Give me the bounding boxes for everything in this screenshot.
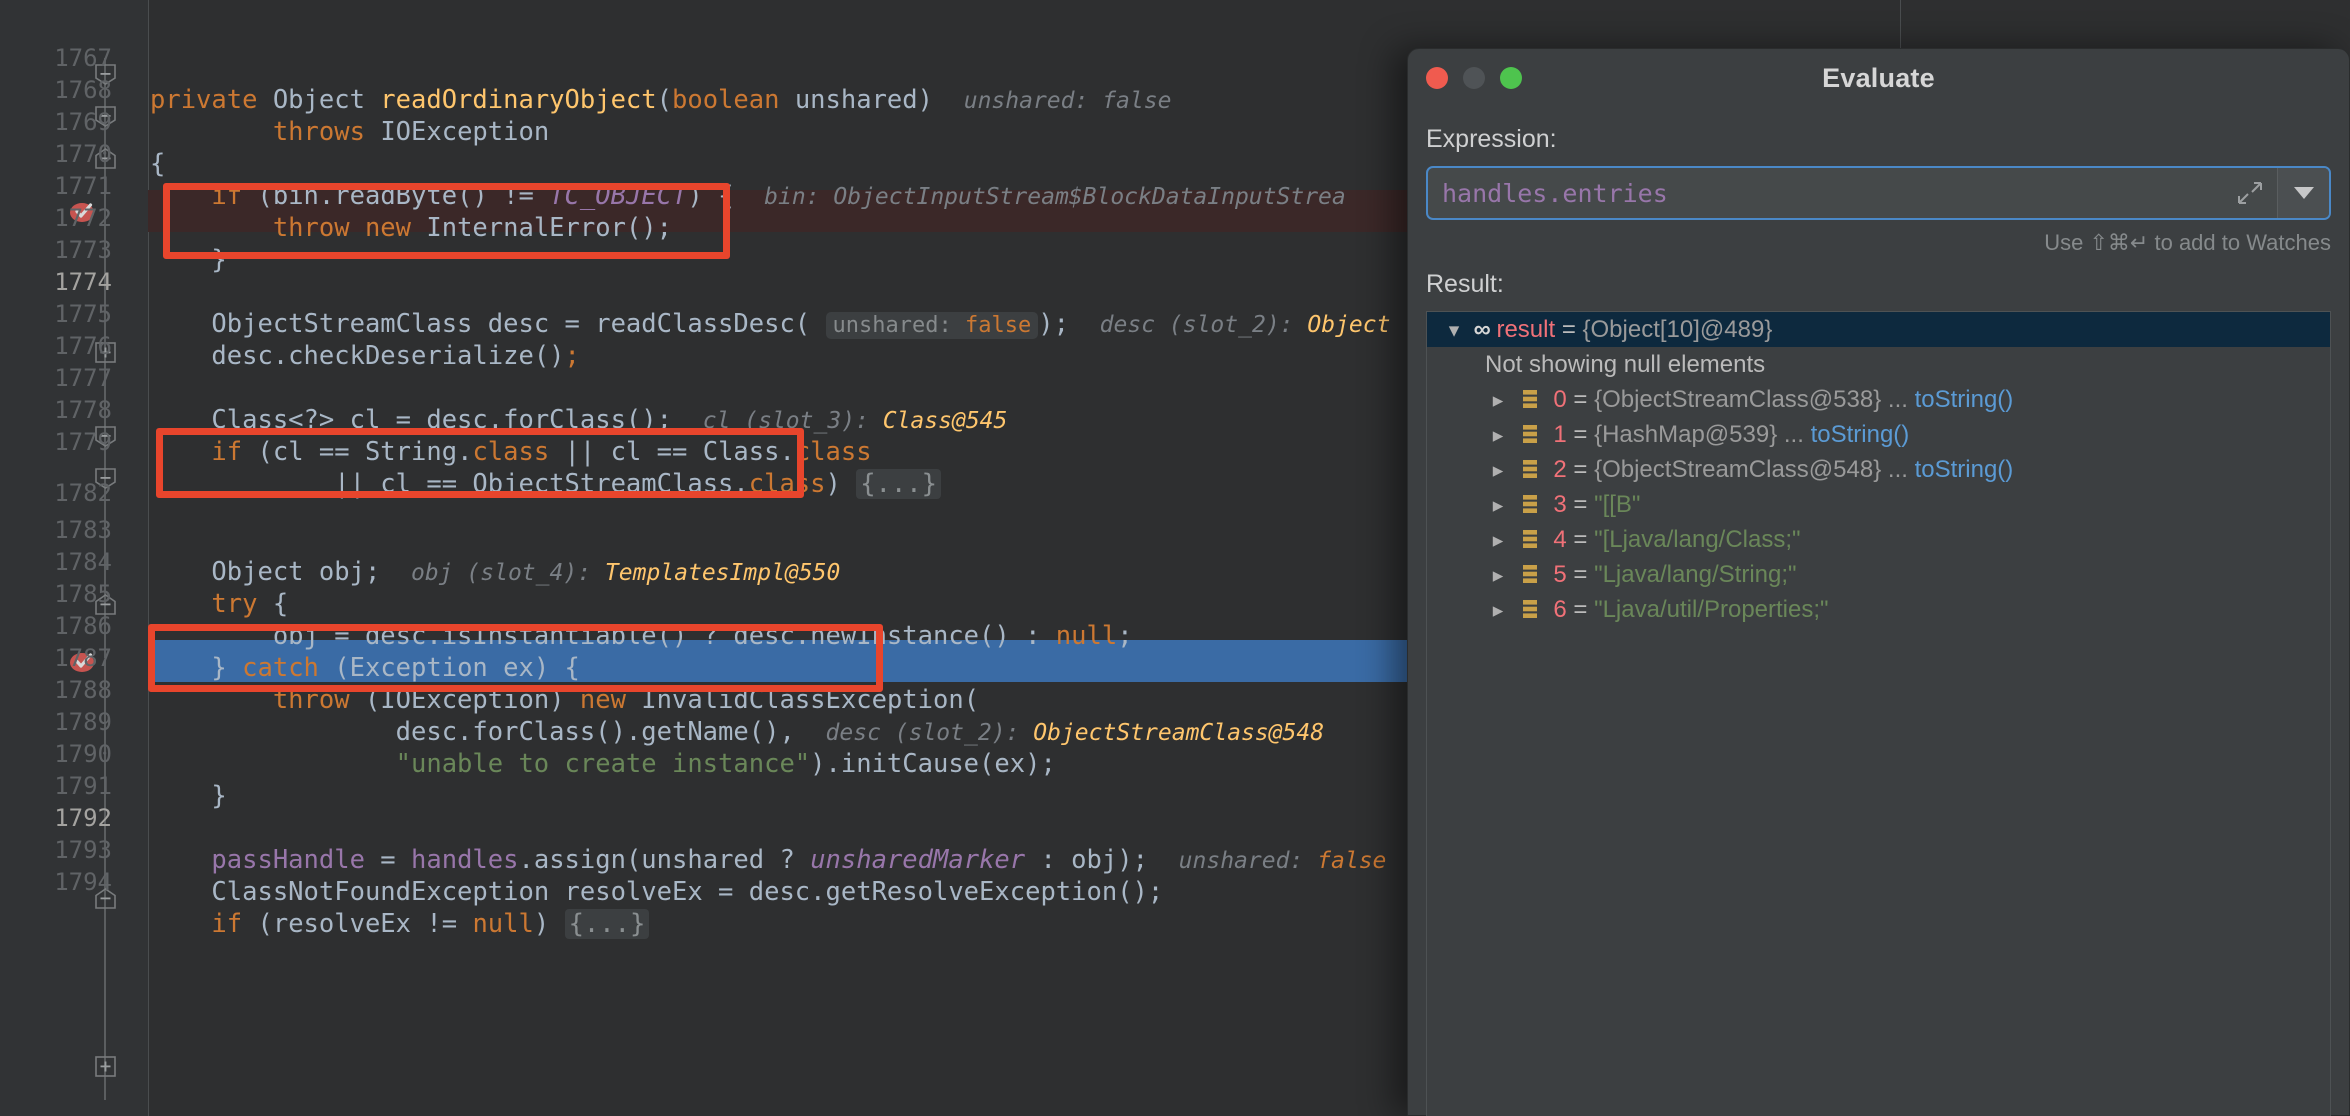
- item-ellipsis: ...: [1887, 386, 1908, 413]
- chevron-down-icon: [2293, 187, 2314, 199]
- result-tree[interactable]: ▾ ∞ result = {Object[10]@489} Not showin…: [1426, 311, 2331, 1116]
- watches-hint: Use ⇧⌘↵ to add to Watches: [2044, 230, 2331, 255]
- item-value: {ObjectStreamClass@548}: [1594, 456, 1882, 483]
- array-element-icon: [1518, 596, 1542, 620]
- dialog-titlebar[interactable]: Evaluate: [1408, 49, 2349, 107]
- item-value: "Ljava/util/Properties;": [1594, 596, 1829, 623]
- array-element-icon: [1518, 421, 1542, 445]
- array-element-icon: [1518, 386, 1542, 410]
- note-text: Not showing null elements: [1485, 351, 1766, 378]
- item-value: "[[B": [1594, 491, 1641, 518]
- dialog-body: Expression: handles.entries Use ⇧⌘↵ to a…: [1408, 125, 2349, 1116]
- expression-value: handles.entries: [1442, 178, 1668, 208]
- tostring-link[interactable]: toString(): [1915, 456, 2014, 483]
- result-label: Result:: [1426, 270, 1504, 298]
- collapsed-block[interactable]: {...}: [564, 909, 650, 939]
- list-item[interactable]: ▸ 4 = "[Ljava/lang/Class;": [1427, 522, 2330, 557]
- chevron-right-icon[interactable]: ▸: [1485, 523, 1511, 558]
- evaluate-dialog[interactable]: Evaluate Expression: handles.entries Use…: [1407, 48, 2350, 1116]
- list-item[interactable]: ▸ 5 = "Ljava/lang/String;": [1427, 557, 2330, 592]
- list-item[interactable]: ▸ 2 = {ObjectStreamClass@548} ... toStri…: [1427, 452, 2330, 487]
- line-number: 1794: [54, 868, 112, 896]
- result-root-row[interactable]: ▾ ∞ result = {Object[10]@489}: [1427, 312, 2330, 347]
- item-index: 2: [1553, 456, 1567, 483]
- tostring-link[interactable]: toString(): [1915, 386, 2014, 413]
- expression-input[interactable]: handles.entries: [1428, 168, 2277, 218]
- code-text[interactable]: if (resolveEx != null) {...}: [150, 903, 650, 945]
- array-element-icon: [1518, 456, 1542, 480]
- expression-label: Expression:: [1426, 125, 1557, 153]
- item-value: "Ljava/lang/String;": [1594, 561, 1797, 588]
- tostring-link[interactable]: toString(): [1811, 421, 1910, 448]
- expression-row[interactable]: handles.entries: [1426, 166, 2331, 220]
- list-item[interactable]: ▸ 6 = "Ljava/util/Properties;": [1427, 592, 2330, 627]
- item-index: 4: [1553, 526, 1567, 553]
- chevron-right-icon[interactable]: ▸: [1485, 453, 1511, 488]
- array-element-icon: [1518, 561, 1542, 585]
- expression-history-dropdown[interactable]: [2277, 168, 2329, 218]
- equals-sign: =: [1561, 316, 1576, 343]
- item-index: 0: [1553, 386, 1567, 413]
- chevron-right-icon[interactable]: ▸: [1485, 488, 1511, 523]
- item-ellipsis: ...: [1783, 421, 1804, 448]
- array-element-icon: [1518, 526, 1542, 550]
- chevron-right-icon[interactable]: ▸: [1485, 418, 1511, 453]
- list-item[interactable]: ▸ 1 = {HashMap@539} ... toString(): [1427, 417, 2330, 452]
- chevron-right-icon[interactable]: ▸: [1485, 593, 1511, 628]
- list-item[interactable]: ▸ 0 = {ObjectStreamClass@538} ... toStri…: [1427, 382, 2330, 417]
- chevron-right-icon[interactable]: ▸: [1485, 383, 1511, 418]
- result-value: {Object[10]@489}: [1582, 316, 1773, 343]
- list-item[interactable]: ▸ 3 = "[[B": [1427, 487, 2330, 522]
- array-element-icon: [1518, 491, 1542, 515]
- infinity-icon: ∞: [1473, 316, 1491, 343]
- null-elements-note: Not showing null elements: [1427, 347, 2330, 382]
- result-name: result: [1496, 316, 1556, 343]
- screen: 1767 private Object readOrdinaryObject(b…: [0, 0, 2350, 1116]
- item-value: {ObjectStreamClass@538}: [1594, 386, 1882, 413]
- item-index: 5: [1553, 561, 1567, 588]
- item-value: {HashMap@539}: [1594, 421, 1778, 448]
- item-index: 3: [1553, 491, 1567, 518]
- dialog-title: Evaluate: [1822, 63, 1935, 93]
- chevron-right-icon[interactable]: ▸: [1485, 558, 1511, 593]
- expand-icon[interactable]: [2237, 180, 2263, 206]
- item-index: 1: [1553, 421, 1567, 448]
- item-index: 6: [1553, 596, 1567, 623]
- chevron-down-icon[interactable]: ▾: [1441, 313, 1467, 348]
- item-ellipsis: ...: [1887, 456, 1908, 483]
- item-value: "[Ljava/lang/Class;": [1594, 526, 1801, 553]
